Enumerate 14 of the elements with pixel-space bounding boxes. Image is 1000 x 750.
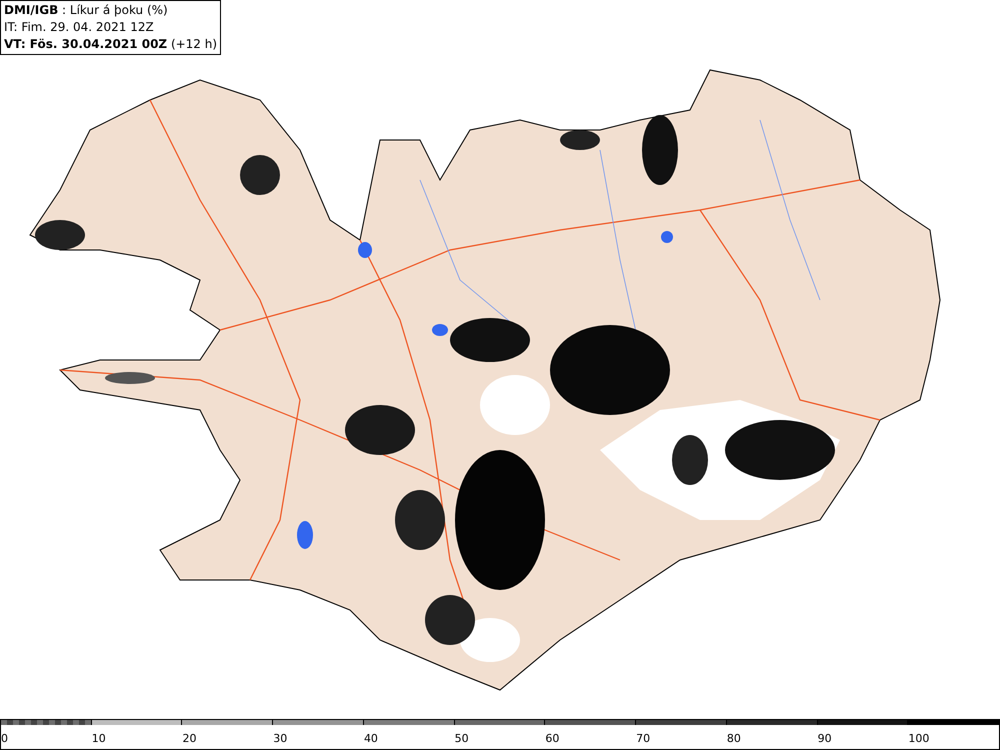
legend-label: 100 (908, 732, 930, 745)
title-line: VT: Fös. 30.04.2021 00Z (+12 h) (4, 36, 218, 53)
legend-label: 50 (454, 732, 469, 745)
legend-label: 40 (364, 732, 378, 745)
legend-label: 10 (92, 732, 106, 745)
legend-label: 90 (818, 732, 832, 745)
legend-label: 30 (273, 732, 288, 745)
legend-label: 20 (182, 732, 196, 745)
title-line: DMI/IGB : Líkur á þoku (%) (4, 2, 169, 19)
legend-label: 60 (545, 732, 560, 745)
legend-label: 0 (1, 732, 8, 745)
title-line: IT: Fim. 29. 04. 2021 12Z (4, 19, 155, 36)
legend-label: 70 (636, 732, 650, 745)
legend-label: 80 (726, 732, 741, 745)
